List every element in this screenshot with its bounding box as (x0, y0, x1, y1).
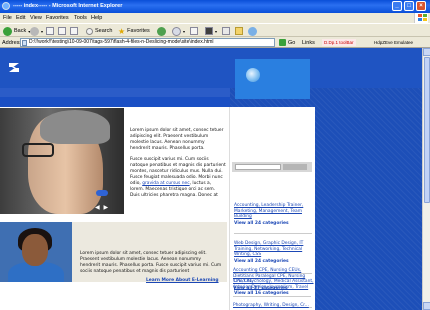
folder-icon (235, 27, 243, 35)
category-links[interactable]: Accounting, Leadership Trainer, Marketin… (234, 203, 314, 220)
globe-icon (246, 68, 260, 82)
history-button[interactable] (157, 26, 166, 36)
search-button[interactable]: Search (86, 26, 112, 36)
glasses (22, 143, 54, 157)
print-icon (190, 27, 198, 35)
category-links[interactable]: Web Design, Graphic Design, IT Training,… (234, 241, 314, 258)
header-graphic (235, 59, 310, 99)
messenger-button[interactable] (248, 26, 257, 36)
go-arrow-icon (279, 39, 286, 46)
minimize-button[interactable]: _ (392, 1, 402, 11)
category-links[interactable]: Accounting CPE, Nursing CEUs, Dietitians… (233, 268, 313, 285)
edit-button[interactable]: ▾ (205, 26, 217, 36)
menu-help[interactable]: Help (91, 15, 102, 21)
promo-text: Lorem ipsum dolor sit amet, consec tetue… (80, 251, 222, 274)
close-button[interactable]: × (416, 1, 426, 11)
category-group-2: Web Design, Graphic Design, IT Training,… (234, 241, 314, 264)
discuss-icon (222, 27, 230, 35)
print-button[interactable] (190, 26, 198, 36)
go-button[interactable]: Go (279, 39, 295, 46)
intro-text: Lorem ipsum dolor sit amet, consec tetue… (130, 128, 226, 204)
star-icon: ★ (118, 26, 126, 36)
back-arrow-icon (3, 26, 12, 36)
menu-edit[interactable]: Edit (16, 15, 25, 21)
intro-paragraph-1: Lorem ipsum dolor sit amet, consec tetue… (130, 128, 224, 151)
toolbar-extension-1[interactable]: D.Dp.1 toolBar (322, 39, 356, 46)
windows-logo-icon (414, 13, 428, 23)
search-input[interactable] (235, 164, 281, 170)
view-all-link[interactable]: View all 37 categories (233, 286, 313, 292)
history-icon (157, 26, 166, 36)
menu-tools[interactable]: Tools (74, 15, 87, 21)
refresh-icon (58, 27, 66, 35)
student-photo (0, 222, 72, 282)
category-links[interactable]: Photography, Writing, Design, Cr... (233, 303, 313, 309)
address-input[interactable]: D:\!!work!!\testing\10-09-007\tags-597\f… (20, 38, 275, 47)
view-all-link[interactable]: View all 24 categories (234, 259, 314, 265)
discuss-button[interactable] (222, 26, 230, 36)
stop-button[interactable] (46, 26, 54, 36)
site-logo (9, 63, 19, 72)
category-group-4: Accounting CPE, Nursing CEUs, Dietitians… (233, 268, 313, 291)
scroll-thumb[interactable] (424, 57, 430, 203)
intro-paragraph-2: Fusce suscipit varius mi. Cum sociis nat… (130, 157, 226, 198)
scroll-down-button[interactable] (423, 302, 430, 310)
stop-icon (46, 27, 54, 35)
mail-icon (172, 26, 181, 36)
home-button[interactable] (70, 26, 78, 36)
category-group-1: Accounting, Leadership Trainer, Marketin… (234, 203, 314, 226)
folder-button[interactable] (235, 26, 243, 36)
web-page: ◀ ▶ Lorem ipsum dolor sit amet, consec t… (0, 48, 422, 310)
chevron-down-icon: ▾ (215, 28, 218, 34)
page-icon (22, 40, 27, 46)
category-group-5: Photography, Writing, Design, Cr... (233, 303, 313, 309)
hero-image: ◀ ▶ (0, 108, 124, 214)
view-all-link[interactable]: View all 24 categories (234, 221, 314, 227)
chevron-down-icon: ▾ (183, 28, 186, 34)
search-icon (86, 27, 93, 35)
edit-icon (205, 27, 213, 35)
maximize-button[interactable]: □ (404, 1, 414, 11)
window-title: ----- index----- - Microsoft Internet Ex… (13, 3, 123, 9)
slide-arrows[interactable]: ◀ ▶ (95, 204, 109, 211)
refresh-button[interactable] (58, 26, 66, 36)
back-button[interactable]: Back ▾ (3, 26, 30, 36)
standard-toolbar: Back ▾ ▾ Search ★ Favorites ▾ ▾ (0, 23, 430, 37)
divider (234, 233, 312, 234)
slide-indicator[interactable] (96, 190, 108, 196)
intro-link[interactable]: gravida at cursus nec (142, 181, 189, 186)
messenger-icon (248, 26, 257, 36)
learn-more-link[interactable]: Learn More About E-Learning (146, 278, 219, 283)
divider (233, 296, 311, 297)
scroll-up-button[interactable] (423, 48, 430, 56)
forward-button[interactable]: ▾ (30, 26, 43, 36)
home-icon (70, 27, 78, 35)
title-bar: ----- index----- - Microsoft Internet Ex… (0, 0, 430, 13)
menu-view[interactable]: View (30, 15, 42, 21)
nav-strip (0, 88, 230, 107)
links-label[interactable]: Links (302, 40, 315, 46)
menu-bar: File Edit View Favorites Tools Help (0, 13, 430, 23)
chevron-down-icon: ▾ (41, 28, 44, 34)
forward-arrow-icon (30, 26, 39, 36)
vertical-scrollbar[interactable] (422, 48, 430, 310)
ie-icon (2, 2, 10, 10)
toolbar-extension-2[interactable]: HdpZEve Emulatee (372, 39, 415, 46)
address-bar: Address D:\!!work!!\testing\10-09-007\ta… (0, 37, 430, 48)
mail-button[interactable]: ▾ (172, 26, 185, 36)
favorites-button[interactable]: ★ Favorites (118, 26, 150, 36)
search-row (232, 162, 312, 172)
menu-favorites[interactable]: Favorites (46, 15, 69, 21)
site-header (0, 48, 422, 99)
menu-file[interactable]: File (3, 15, 12, 21)
search-submit-button[interactable] (283, 164, 307, 170)
